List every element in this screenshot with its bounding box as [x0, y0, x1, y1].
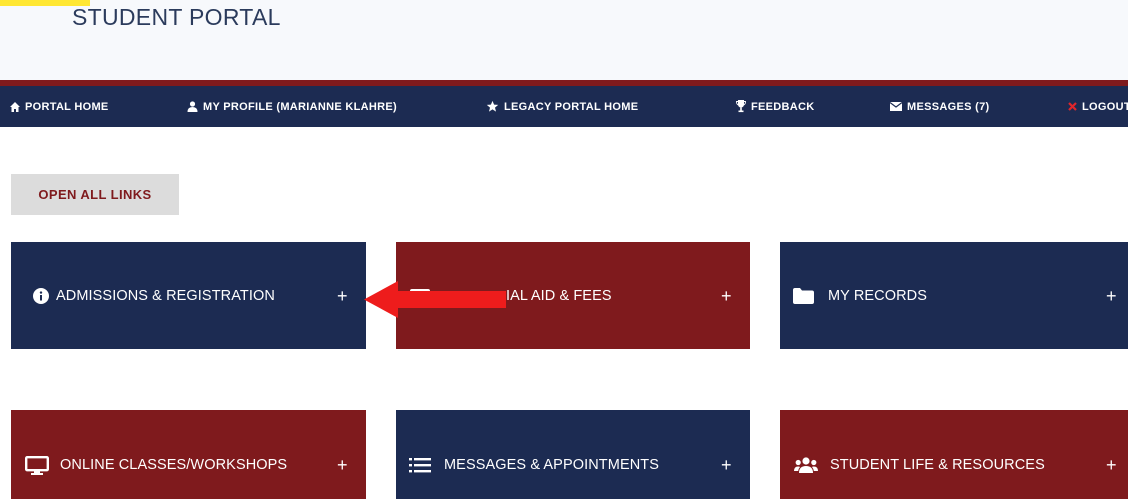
tile-label: MESSAGES & APPOINTMENTS — [444, 457, 660, 473]
tile-messages-appointments[interactable]: MESSAGES & APPOINTMENTS + — [396, 410, 750, 499]
tile-my-records[interactable]: MY RECORDS + — [780, 242, 1128, 349]
trophy-icon — [736, 100, 746, 113]
nav-item-portal-home[interactable]: PORTAL HOME — [10, 86, 109, 127]
home-icon — [10, 101, 20, 112]
expand-plus-icon[interactable]: + — [337, 456, 348, 474]
tile-student-life-resources[interactable]: STUDENT LIFE & RESOURCES + — [780, 410, 1128, 499]
expand-plus-icon[interactable]: + — [337, 287, 348, 305]
nav-item-feedback[interactable]: FEEDBACK — [736, 86, 815, 127]
star-icon — [486, 100, 499, 112]
monitor-icon — [25, 456, 49, 475]
close-icon — [1068, 102, 1077, 111]
tile-label: ADMISSIONS & REGISTRATION — [56, 288, 275, 304]
users-icon — [794, 457, 818, 473]
nav-item-label: LOGOUT — [1082, 100, 1128, 113]
tile-admissions-registration[interactable]: ADMISSIONS & REGISTRATION + — [11, 242, 366, 349]
nav-item-label: MESSAGES (7) — [907, 100, 990, 113]
page-title: STUDENT PORTAL — [72, 4, 281, 30]
top-nav-bar: PORTAL HOME MY PROFILE (MARIANNE KLAHRE)… — [0, 86, 1128, 127]
info-icon — [33, 287, 49, 304]
tile-label: MY RECORDS — [828, 288, 928, 304]
tile-label: IAL AID & FEES — [506, 288, 612, 304]
list-icon — [409, 458, 431, 473]
folder-icon — [793, 287, 814, 304]
expand-plus-icon[interactable]: + — [1106, 287, 1117, 305]
open-all-links-button[interactable]: OPEN ALL LINKS — [11, 174, 179, 215]
expand-plus-icon[interactable]: + — [721, 287, 732, 305]
nav-item-legacy-portal[interactable]: LEGACY PORTAL HOME — [486, 86, 638, 127]
expand-plus-icon[interactable]: + — [1106, 456, 1117, 474]
envelope-icon — [890, 102, 902, 111]
tile-online-classes-workshops[interactable]: ONLINE CLASSES/WORKSHOPS + — [11, 410, 366, 499]
portal-header: STUDENT PORTAL — [0, 0, 1128, 80]
nav-item-messages[interactable]: MESSAGES (7) — [890, 86, 989, 127]
nav-item-label: MY PROFILE (MARIANNE KLAHRE) — [203, 100, 397, 113]
tile-label: STUDENT LIFE & RESOURCES — [830, 457, 1045, 473]
nav-item-label: PORTAL HOME — [25, 100, 109, 113]
red-arrow-annotation — [364, 281, 506, 318]
nav-item-my-profile[interactable]: MY PROFILE (MARIANNE KLAHRE) — [187, 86, 397, 127]
nav-item-logout[interactable]: LOGOUT — [1068, 86, 1128, 127]
nav-item-label: FEEDBACK — [751, 100, 815, 113]
tile-label: ONLINE CLASSES/WORKSHOPS — [60, 457, 288, 473]
user-icon — [187, 101, 198, 112]
nav-item-label: LEGACY PORTAL HOME — [504, 100, 639, 113]
expand-plus-icon[interactable]: + — [721, 456, 732, 474]
